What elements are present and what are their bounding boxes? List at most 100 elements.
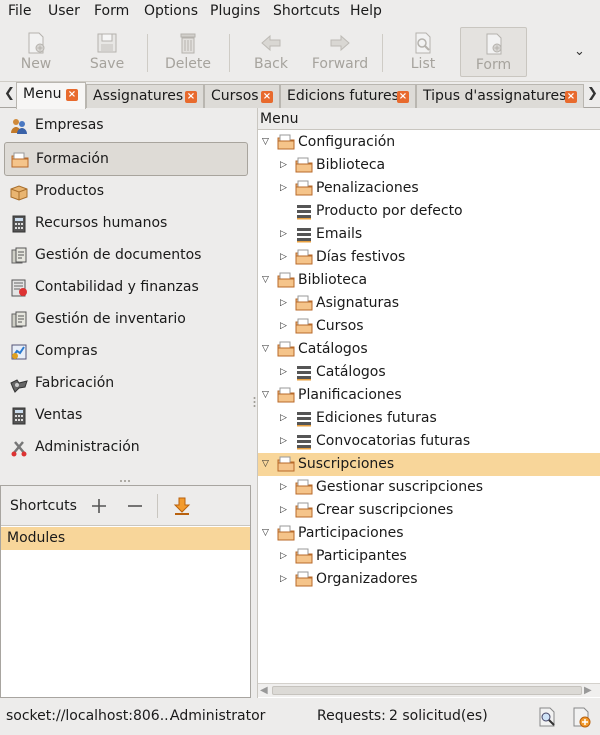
tab-edicions-futures[interactable]: Edicions futures × [280, 84, 416, 108]
module-item-administracion[interactable]: Administración [4, 432, 248, 464]
close-icon[interactable]: × [565, 91, 577, 103]
menu-plugins[interactable]: Plugins [210, 3, 260, 19]
module-item-productos[interactable]: Productos [4, 176, 248, 208]
collapsed-arrow-icon[interactable]: ▷ [280, 160, 291, 171]
collapsed-arrow-icon[interactable]: ▷ [280, 482, 291, 493]
new-button[interactable]: New [4, 27, 68, 77]
menu-help[interactable]: Help [350, 3, 382, 19]
tree-row-label: Asignaturas [316, 295, 400, 311]
collapsed-arrow-icon[interactable]: ▷ [280, 551, 291, 562]
expanded-arrow-icon[interactable]: ▽ [262, 459, 273, 470]
box-icon [10, 185, 28, 201]
module-item-fabricacion[interactable]: Fabricación [4, 368, 248, 400]
collapsed-arrow-icon[interactable]: ▷ [280, 574, 291, 585]
tree-row[interactable]: ▷ Catálogos [258, 361, 600, 384]
scroll-right-icon[interactable]: ▶ [584, 685, 592, 696]
tree-row[interactable]: ▽ Planificaciones [258, 384, 600, 407]
scrollbar-thumb[interactable] [272, 686, 582, 695]
scroll-left-icon[interactable]: ◀ [260, 685, 268, 696]
close-icon[interactable]: × [261, 91, 273, 103]
tree-row[interactable]: Producto por defecto [258, 200, 600, 223]
menubar: File User Form Options Plugins Shortcuts… [0, 0, 600, 24]
add-shortcut-icon[interactable] [89, 496, 109, 516]
tree-row[interactable]: ▷ Días festivos [258, 246, 600, 269]
people-icon [11, 119, 27, 134]
collapsed-arrow-icon[interactable]: ▷ [280, 505, 291, 516]
menu-user[interactable]: User [48, 3, 80, 19]
tree-row[interactable]: ▷ Cursos [258, 315, 600, 338]
module-item-contabilidad[interactable]: Contabilidad y finanzas [4, 272, 248, 304]
download-arrow-icon[interactable] [172, 496, 192, 516]
menu-file[interactable]: File [8, 3, 31, 19]
form-icon [486, 33, 501, 55]
list-button[interactable]: List [391, 27, 455, 77]
module-item-formacion[interactable]: Formación [4, 142, 248, 176]
module-item-gestion-inventario[interactable]: Gestión de inventario [4, 304, 248, 336]
tree-row[interactable]: ▽ Configuración [258, 131, 600, 154]
collapsed-arrow-icon[interactable]: ▷ [280, 298, 291, 309]
module-item-compras[interactable]: Compras [4, 336, 248, 368]
close-icon[interactable]: × [185, 91, 197, 103]
expanded-arrow-icon[interactable]: ▽ [262, 275, 273, 286]
tab-tipus-assignatures[interactable]: Tipus d'assignatures × [416, 84, 584, 108]
collapsed-arrow-icon[interactable]: ▷ [280, 252, 291, 263]
menu-shortcuts[interactable]: Shortcuts [273, 3, 340, 19]
tree-row[interactable]: ▷ Asignaturas [258, 292, 600, 315]
menu-form[interactable]: Form [94, 3, 129, 19]
collapsed-arrow-icon[interactable]: ▷ [280, 183, 291, 194]
forward-button[interactable]: Forward [308, 27, 372, 77]
pane-resize-grip-icon[interactable] [118, 478, 132, 484]
tree-row[interactable]: ▷ Organizadores [258, 568, 600, 591]
tree-row[interactable]: ▷ Participantes [258, 545, 600, 568]
calculator-icon [12, 407, 26, 425]
remove-shortcut-icon[interactable] [125, 496, 145, 516]
form-button[interactable]: Form [460, 27, 527, 77]
new-request-icon[interactable] [570, 706, 592, 728]
shortcut-row-modules[interactable]: Modules [1, 527, 250, 550]
module-item-empresas[interactable]: Empresas [4, 110, 248, 142]
tree-row[interactable]: ▷ Biblioteca [258, 154, 600, 177]
collapsed-arrow-icon[interactable]: ▷ [280, 436, 291, 447]
collapsed-arrow-icon[interactable]: ▷ [280, 229, 291, 240]
tab-cursos[interactable]: Cursos × [204, 84, 280, 108]
folder-icon [295, 180, 313, 197]
module-item-recursos-humanos[interactable]: Recursos humanos [4, 208, 248, 240]
module-item-gestion-documentos[interactable]: Gestión de documentos [4, 240, 248, 272]
folder-icon [11, 152, 29, 168]
save-button[interactable]: Save [75, 27, 139, 77]
tree-row[interactable]: ▽ Biblioteca [258, 269, 600, 292]
tree-row[interactable]: ▽ Participaciones [258, 522, 600, 545]
expanded-arrow-icon[interactable]: ▽ [262, 344, 273, 355]
tree-row[interactable]: ▷ Convocatorias futuras [258, 430, 600, 453]
tree-row[interactable]: ▷ Penalizaciones [258, 177, 600, 200]
expanded-arrow-icon[interactable]: ▽ [262, 137, 273, 148]
tree-row-label: Gestionar suscripciones [316, 479, 483, 495]
tree-row[interactable]: ▽ Suscripciones [258, 453, 600, 476]
tree-row[interactable]: ▷ Gestionar suscripciones [258, 476, 600, 499]
collapsed-arrow-icon[interactable]: ▷ [280, 413, 291, 424]
toolbar-overflow-chevron-icon[interactable]: ⌄ [574, 44, 585, 59]
expanded-arrow-icon[interactable]: ▽ [262, 390, 273, 401]
horizontal-scrollbar[interactable]: ◀ ▶ [258, 683, 600, 697]
close-icon[interactable]: × [397, 91, 409, 103]
requests-search-icon[interactable] [536, 706, 558, 728]
tree-row[interactable]: ▽ Catálogos [258, 338, 600, 361]
tree-row[interactable]: ▷ Emails [258, 223, 600, 246]
tree-column-header[interactable]: Menu [258, 108, 600, 130]
collapsed-arrow-icon[interactable]: ▷ [280, 367, 291, 378]
tab-assignatures[interactable]: Assignatures × [86, 84, 204, 108]
close-icon[interactable]: × [66, 89, 78, 101]
folder-icon [295, 318, 313, 335]
tab-scroll-right-icon[interactable]: ❯ [587, 86, 598, 101]
tree-row[interactable]: ▷ Ediciones futuras [258, 407, 600, 430]
menu-options[interactable]: Options [144, 3, 198, 19]
expanded-arrow-icon[interactable]: ▽ [262, 528, 273, 539]
tab-scroll-left-icon[interactable]: ❮ [4, 86, 15, 101]
module-item-ventas[interactable]: Ventas [4, 400, 248, 432]
folder-icon [295, 479, 313, 496]
tree-row[interactable]: ▷ Crear suscripciones [258, 499, 600, 522]
tab-menu[interactable]: Menu × [16, 82, 86, 109]
delete-button[interactable]: Delete [156, 27, 220, 77]
collapsed-arrow-icon[interactable]: ▷ [280, 321, 291, 332]
back-button[interactable]: Back [239, 27, 303, 77]
